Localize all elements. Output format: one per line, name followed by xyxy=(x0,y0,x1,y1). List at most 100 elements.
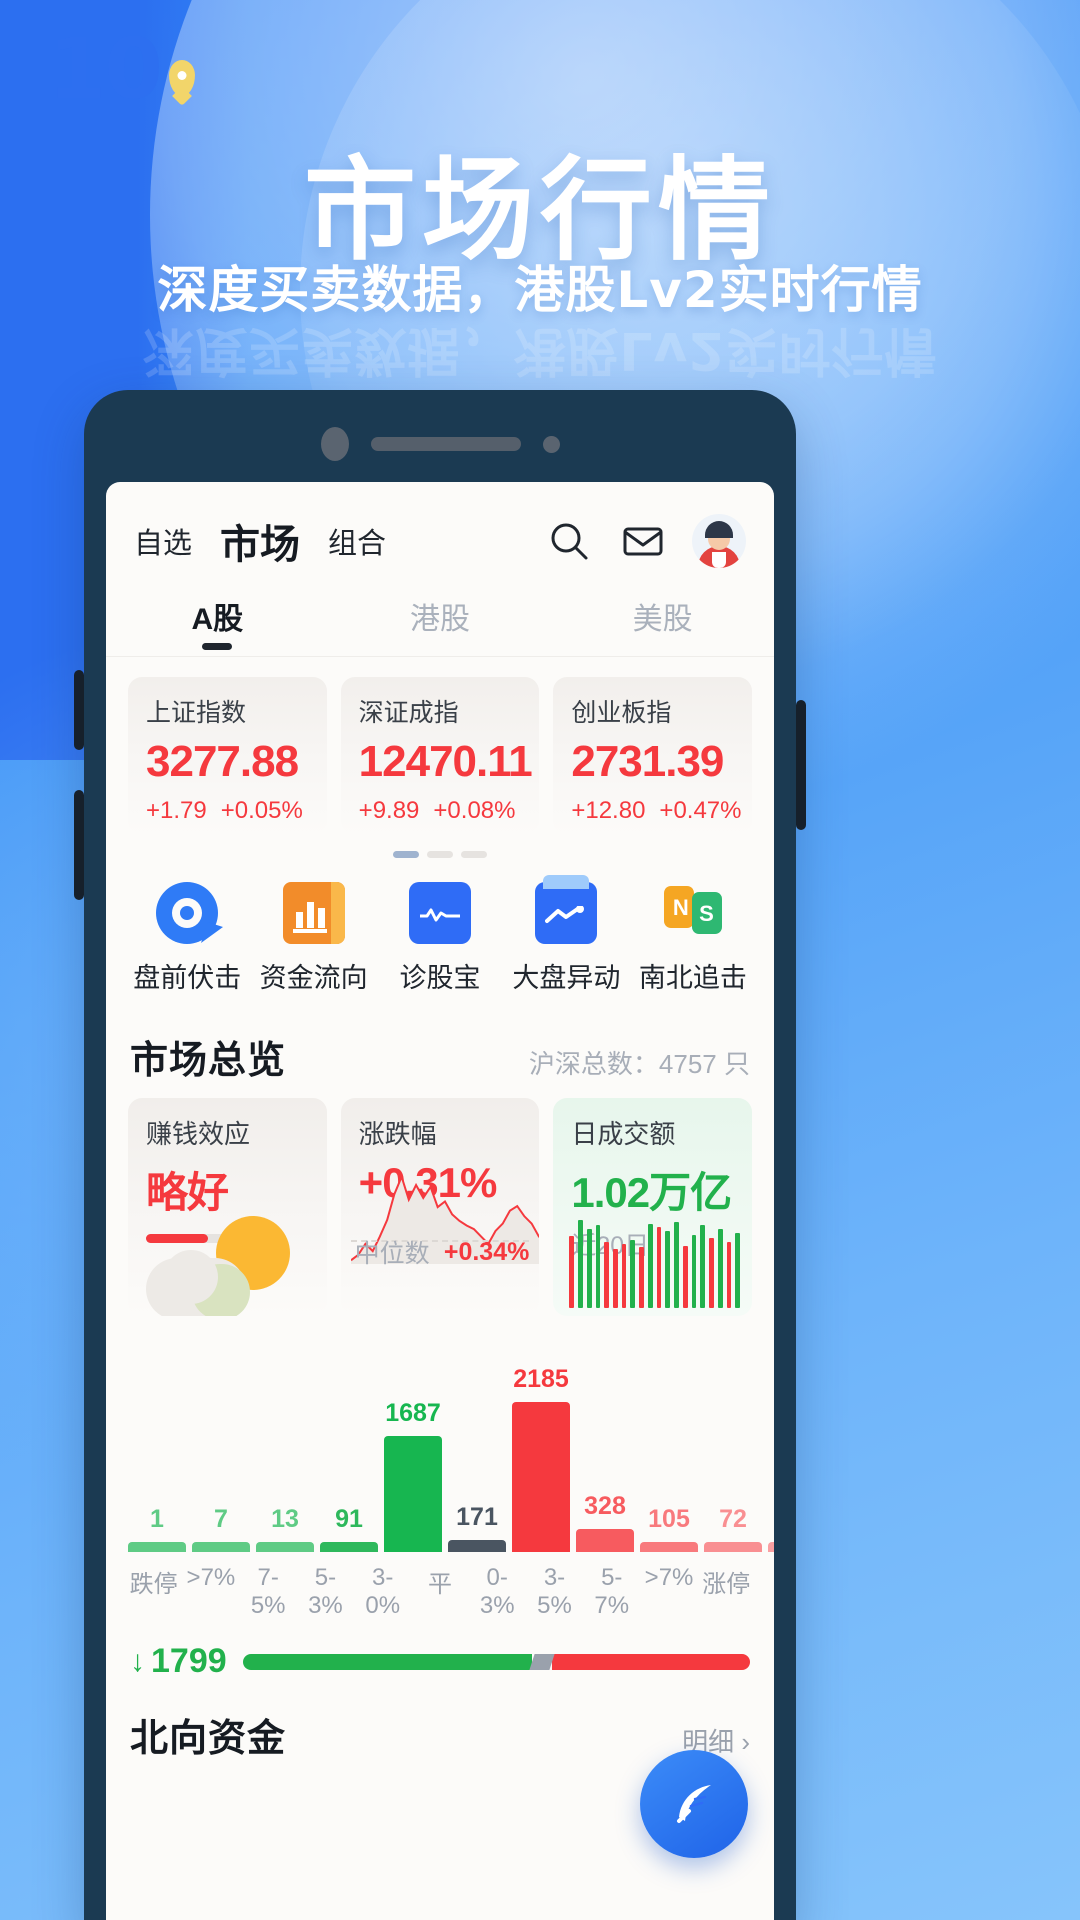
bar xyxy=(448,1540,506,1552)
market-tabs: A股 港股 美股 xyxy=(106,582,774,657)
bar xyxy=(576,1529,634,1552)
volume-bar xyxy=(700,1225,706,1308)
volume-bar xyxy=(691,1235,697,1308)
axis-tick-label: 平 xyxy=(427,1571,452,1598)
bar-value-label: 1687 xyxy=(385,1399,441,1427)
carousel-dot[interactable] xyxy=(393,851,419,858)
carousel-dot[interactable] xyxy=(427,851,453,858)
nav-tab-watchlist[interactable]: 自选 xyxy=(134,520,192,562)
index-name: 创业板指 xyxy=(571,699,672,727)
total-stock-count: 沪深总数：4757 只 xyxy=(528,1049,750,1079)
quick-action-diagnose[interactable]: 诊股宝 xyxy=(377,878,503,995)
bar-value-label: 91 xyxy=(335,1505,363,1533)
axis-tick-label: 3-5% xyxy=(537,1564,572,1619)
bar xyxy=(192,1542,250,1552)
quick-action-fundflow[interactable]: 资金流向 xyxy=(250,882,376,995)
index-card-chinext[interactable]: 创业板指 2731.39 +12.80 +0.47% xyxy=(553,677,753,835)
bar xyxy=(640,1542,698,1552)
overview-card-change-pct[interactable]: 涨跌幅 +0.31% 中位数 +0.34% xyxy=(340,1098,540,1316)
distribution-column: 91 xyxy=(320,1505,378,1552)
market-overview-header: 市场总览 沪深总数：4757 只 xyxy=(106,1003,774,1098)
volume-bar xyxy=(639,1247,644,1308)
distribution-column: 97 xyxy=(768,1505,774,1552)
card-label: 涨跌幅 xyxy=(358,1119,437,1149)
distribution-column: 1 xyxy=(128,1505,186,1552)
distribution-column: 328 xyxy=(576,1492,634,1552)
trend-board-icon xyxy=(535,875,598,944)
diagnose-wave-icon xyxy=(405,878,476,948)
section-title-overview: 市场总览 xyxy=(130,1040,287,1082)
tab-a-shares[interactable]: A股 xyxy=(106,582,329,656)
carousel-dots[interactable] xyxy=(106,835,774,858)
median-label: 中位数 xyxy=(354,1240,430,1268)
bar-value-label: 13 xyxy=(271,1505,299,1533)
volume-bar xyxy=(726,1242,732,1308)
volume-bar xyxy=(656,1227,662,1308)
axis-tick-label: 涨停 xyxy=(702,1571,751,1598)
bar xyxy=(768,1542,774,1552)
target-cursor-icon xyxy=(156,882,224,948)
distribution-column: 1687 xyxy=(384,1399,442,1552)
quick-action-northsouth[interactable]: NS 南北追击 xyxy=(630,882,756,995)
index-card-shanghai[interactable]: 上证指数 3277.88 +1.79 +0.05% xyxy=(128,677,327,835)
updown-red-segment xyxy=(552,1653,750,1670)
volume-bar xyxy=(621,1244,627,1308)
mail-icon[interactable] xyxy=(620,518,666,564)
bar-value-label: 105 xyxy=(648,1505,690,1533)
nav-tab-market[interactable]: 市场 xyxy=(220,512,300,570)
quick-action-label: 资金流向 xyxy=(259,963,368,993)
quick-action-label: 盘前伏击 xyxy=(133,963,242,993)
index-name: 上证指数 xyxy=(146,699,247,727)
index-change: +1.79 xyxy=(146,797,207,824)
search-icon[interactable] xyxy=(546,518,592,564)
distribution-bars: 1 7 13 91 1687 171 2185 328 105 72 97 xyxy=(128,1342,774,1552)
quick-action-label: 南北追击 xyxy=(638,963,747,993)
write-feather-fab[interactable] xyxy=(640,1750,748,1858)
avatar[interactable] xyxy=(692,514,746,568)
tab-hk-shares[interactable]: 港股 xyxy=(329,582,552,656)
arrow-down-icon: ↓ xyxy=(130,1644,145,1678)
volume-bar xyxy=(674,1222,679,1308)
bar-value-label: 1 xyxy=(150,1505,164,1533)
index-name: 深证成指 xyxy=(358,699,459,727)
volume-bar xyxy=(595,1225,601,1308)
bar-value-label: 7 xyxy=(214,1505,228,1533)
phone-volume-down-button xyxy=(74,790,84,900)
bar xyxy=(128,1542,186,1552)
down-count: ↓ 1799 xyxy=(130,1642,227,1681)
carousel-dot[interactable] xyxy=(461,851,487,858)
card-value: 略好 xyxy=(146,1169,229,1216)
index-change-row: +9.89 +0.08% xyxy=(359,797,536,825)
quick-action-premarket[interactable]: 盘前伏击 xyxy=(124,882,250,995)
index-change: +9.89 xyxy=(358,797,420,824)
median-row: 中位数 +0.34% xyxy=(355,1234,530,1270)
updown-distribution-chart: 1 7 13 91 1687 171 2185 328 105 72 97 跌停 >7% 7-5% 5-3… xyxy=(106,1316,774,1620)
nav-tab-portfolio[interactable]: 组合 xyxy=(328,520,386,562)
bar-chart-scroll-icon xyxy=(282,882,345,944)
phone-volume-up-button xyxy=(74,670,84,750)
volume-bar xyxy=(665,1231,671,1308)
volume-bar xyxy=(569,1236,575,1308)
index-change-pct: +0.47% xyxy=(659,797,742,824)
volume-bar xyxy=(586,1229,592,1308)
feather-pen-icon xyxy=(677,1785,711,1823)
index-value: 2731.39 xyxy=(571,737,724,786)
overview-card-turnover[interactable]: 日成交额 1.02万亿 近20日 xyxy=(553,1098,753,1316)
quick-actions: 盘前伏击 资金流向 诊股宝 大盘异动 N S 南北追击 xyxy=(106,858,774,1003)
bar-value-label: 2185 xyxy=(513,1365,569,1393)
volume-bar xyxy=(717,1229,723,1308)
updown-green-segment xyxy=(242,1653,532,1670)
index-card-shenzhen[interactable]: 深证成指 12470.11 +9.89 +0.08% xyxy=(340,677,540,835)
index-change-row: +12.80 +0.47% xyxy=(571,797,748,825)
tab-us-shares[interactable]: 美股 xyxy=(551,582,774,656)
distribution-column: 2185 xyxy=(512,1365,570,1552)
distribution-column: 171 xyxy=(448,1503,506,1552)
front-camera-icon xyxy=(320,427,349,461)
phone-mockup: 自选 市场 组合 A股 港股 美股 上证指数 3277.88 +1.79 +0.… xyxy=(74,390,806,1920)
overview-card-profit-effect[interactable]: 赚钱效应 略好 xyxy=(128,1098,327,1316)
avatar-collar xyxy=(712,552,726,568)
updown-summary-bar: ↓ 1799 xyxy=(106,1620,774,1681)
axis-tick-label: 3-0% xyxy=(365,1564,401,1619)
quick-action-marketmoves[interactable]: 大盘异动 xyxy=(503,875,629,995)
index-change: +12.80 xyxy=(571,797,646,824)
